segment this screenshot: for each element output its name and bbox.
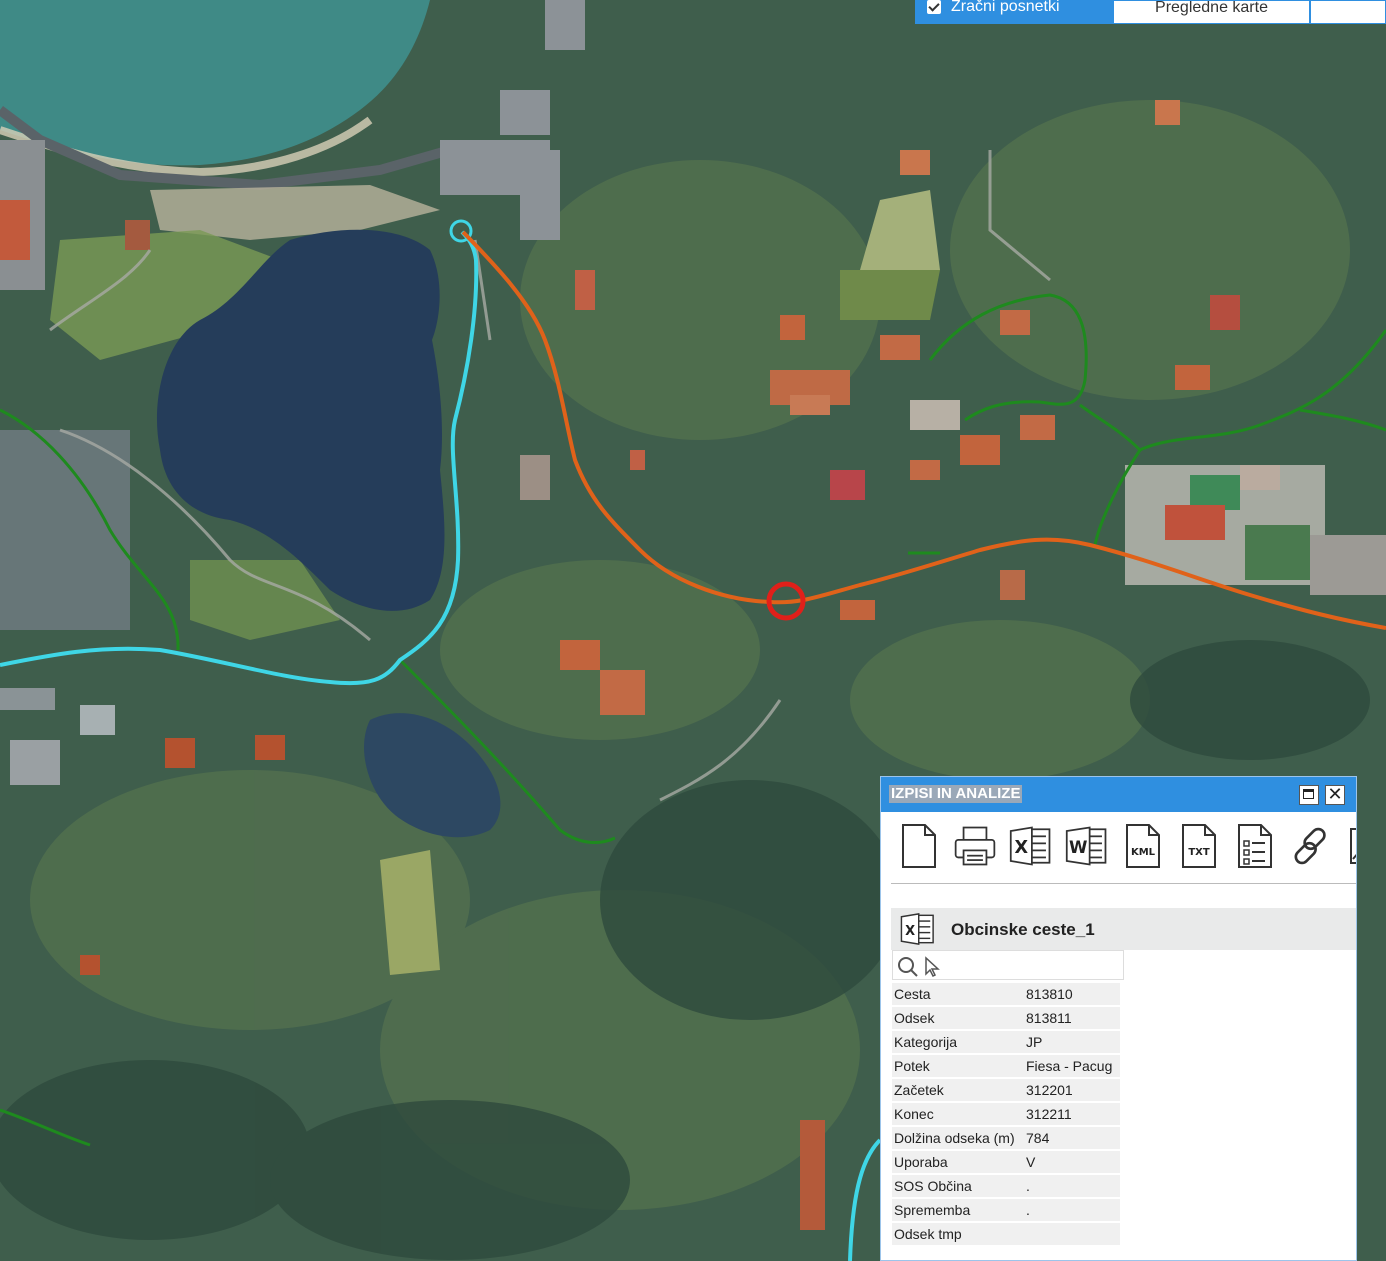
print-icon[interactable] <box>947 817 1003 875</box>
new-document-icon[interactable] <box>891 817 947 875</box>
attribute-key: Dolžina odseka (m) <box>892 1127 1023 1149</box>
attribute-row: Odsek tmp <box>892 1223 1120 1245</box>
attribute-key: SOS Občina <box>892 1175 1023 1197</box>
attribute-row: Cesta 813810 <box>892 983 1120 1005</box>
attribute-row: Dolžina odseka (m) 784 <box>892 1127 1120 1149</box>
attribute-row: Uporaba V <box>892 1151 1120 1173</box>
aerial-photos-checkbox[interactable] <box>927 0 941 14</box>
attribute-value: 312211 <box>1023 1103 1120 1125</box>
panel-title: IZPISI IN ANALIZE <box>889 785 1023 803</box>
attribute-key: Cesta <box>892 983 1023 1005</box>
attribute-row: Odsek 813811 <box>892 1007 1120 1029</box>
attribute-value: 813811 <box>1023 1007 1120 1029</box>
base-layer-tabs: Zračni posnetki Pregledne karte <box>915 0 1386 24</box>
attribute-key: Kategorija <box>892 1031 1023 1053</box>
export-toolbar: X W KML TXT <box>891 817 1356 884</box>
cursor-select-icon[interactable] <box>923 956 941 978</box>
attribute-key: Uporaba <box>892 1151 1023 1173</box>
word-icon[interactable]: W <box>1059 817 1115 875</box>
attribute-row: Kategorija JP <box>892 1031 1120 1053</box>
attribute-key: Konec <box>892 1103 1023 1125</box>
attribute-row: Potek Fiesa - Pacug <box>892 1055 1120 1077</box>
attribute-key: Potek <box>892 1055 1023 1077</box>
tab-overview-maps[interactable]: Pregledne karte <box>1113 0 1310 24</box>
attribute-key: Odsek <box>892 1007 1023 1029</box>
tab-aerial-photos-label: Zračni posnetki <box>951 0 1060 15</box>
reports-panel: IZPISI IN ANALIZE ✕ X W KML TXT X Obcins… <box>880 776 1357 1261</box>
attribute-key: Sprememba <box>892 1199 1023 1221</box>
attribute-table: Cesta 813810 Odsek 813811 Kategorija JP Potek F… <box>892 981 1120 1247</box>
link-icon[interactable] <box>1283 817 1339 875</box>
attribute-value: Fiesa - Pacug <box>1023 1055 1120 1077</box>
kml-badge: KML <box>1131 847 1156 858</box>
attribute-value: JP <box>1023 1031 1120 1053</box>
attribute-value: V <box>1023 1151 1120 1173</box>
maximize-button[interactable] <box>1299 785 1319 805</box>
image-icon[interactable] <box>1339 817 1356 875</box>
attribute-value: . <box>1023 1199 1120 1221</box>
attribute-key: Začetek <box>892 1079 1023 1101</box>
attribute-value <box>1023 1223 1120 1245</box>
attribute-row: Sprememba. <box>892 1199 1120 1221</box>
attribute-value: . <box>1023 1175 1120 1197</box>
txt-badge: TXT <box>1188 847 1210 858</box>
txt-icon[interactable]: TXT <box>1171 817 1227 875</box>
excel-icon[interactable]: X <box>899 911 937 947</box>
panel-header[interactable]: IZPISI IN ANALIZE ✕ <box>881 777 1356 812</box>
excel-badge: X <box>1015 838 1029 858</box>
tab-more[interactable] <box>1310 0 1386 24</box>
attribute-row: Začetek 312201 <box>892 1079 1120 1101</box>
attribute-value: 813810 <box>1023 983 1120 1005</box>
excel-icon[interactable]: X <box>1003 817 1059 875</box>
attribute-key: Odsek tmp <box>892 1223 1023 1245</box>
feature-tools <box>892 950 1124 980</box>
layer-excel-badge: X <box>905 924 915 939</box>
kml-icon[interactable]: KML <box>1115 817 1171 875</box>
tab-overview-maps-label: Pregledne karte <box>1155 0 1268 16</box>
list-icon[interactable] <box>1227 817 1283 875</box>
layer-name: Obcinske ceste_1 <box>951 920 1095 939</box>
close-button[interactable]: ✕ <box>1325 785 1345 805</box>
attribute-row: SOS Občina. <box>892 1175 1120 1197</box>
attribute-row: Konec 312211 <box>892 1103 1120 1125</box>
word-badge: W <box>1069 837 1087 857</box>
zoom-search-icon[interactable] <box>897 956 919 978</box>
tab-aerial-photos[interactable]: Zračni posnetki <box>915 0 1113 24</box>
attribute-value: 784 <box>1023 1127 1120 1149</box>
attribute-value: 312201 <box>1023 1079 1120 1101</box>
layer-header: X Obcinske ceste_1 <box>891 908 1356 950</box>
